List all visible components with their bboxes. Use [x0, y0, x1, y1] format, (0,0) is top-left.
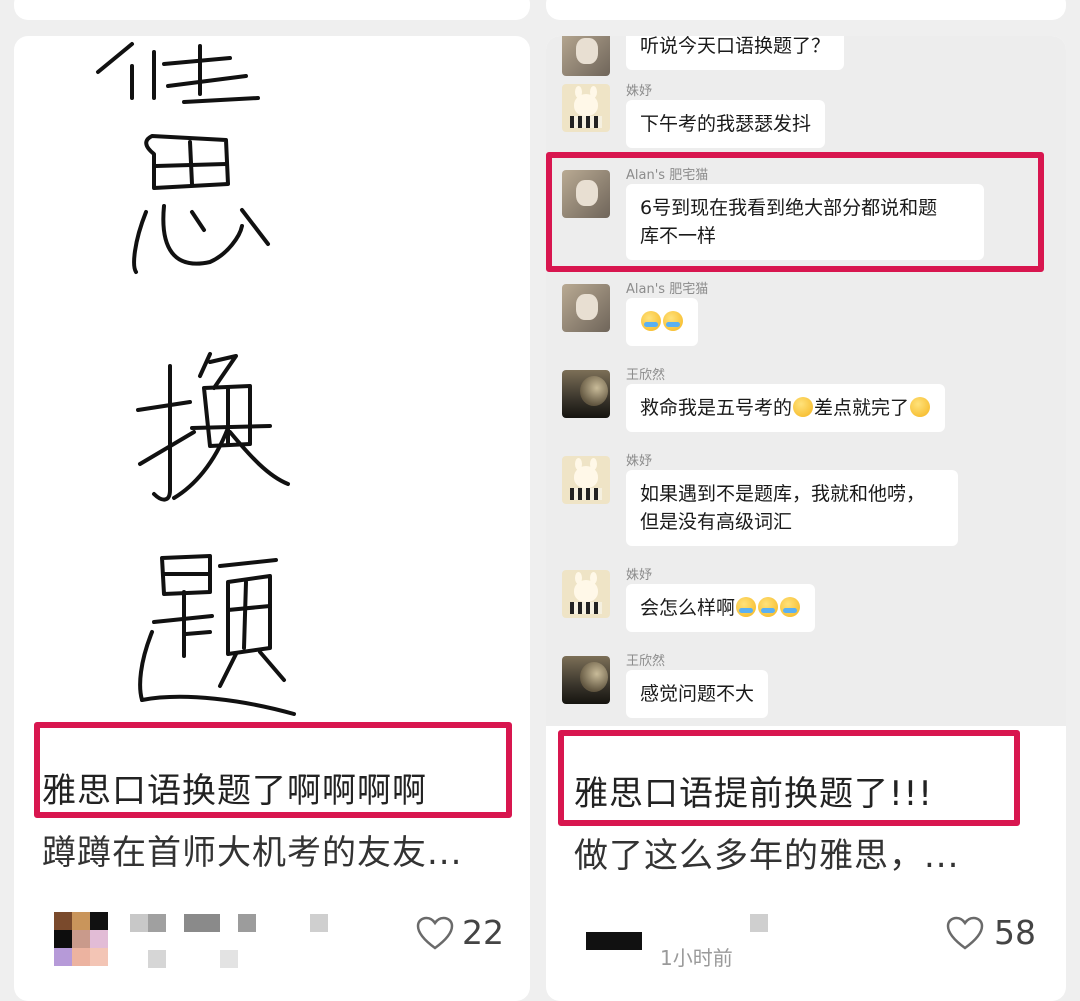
- chat-text: 救命我是五号考的: [640, 397, 793, 419]
- crying-emoji-icon: [780, 597, 801, 617]
- note-excerpt: 蹲蹲在首师大机考的友友...: [42, 833, 463, 873]
- heart-icon[interactable]: [416, 916, 454, 950]
- note-card-left[interactable]: 雅思口语换题了啊啊啊啊 蹲蹲在首师大机考的友友... 22: [14, 36, 530, 1001]
- chat-text-line: 但是没有高级词汇: [640, 511, 793, 533]
- handwriting-cover-image: [14, 36, 530, 726]
- chat-username: 姝妤: [626, 84, 653, 99]
- like-count: 58: [994, 913, 1036, 952]
- highlight-box-right-title: [558, 730, 1020, 826]
- laughing-emoji-icon: [793, 397, 814, 417]
- avatar: [562, 456, 610, 504]
- crying-emoji-icon: [641, 311, 661, 331]
- chat-username: 姝妤: [626, 568, 653, 583]
- chat-username: Alan's 肥宅猫: [626, 282, 709, 297]
- like-count: 22: [462, 913, 504, 952]
- chat-bubble: 如果遇到不是题库，我就和他唠， 但是没有高级词汇: [626, 470, 958, 546]
- previous-card-right[interactable]: [546, 0, 1066, 20]
- chat-text: 差点就完了: [814, 397, 910, 419]
- chat-bubble: 感觉问题不大: [626, 670, 769, 718]
- highlight-box-left-title: [34, 722, 512, 818]
- chat-bubble: [626, 298, 698, 346]
- chat-bubble: 下午考的我瑟瑟发抖: [626, 100, 826, 148]
- chat-screenshot-cover: 听说今天口语换题了？ 姝妤 下午考的我瑟瑟发抖 Alan's 肥宅猫 6号到现在…: [546, 36, 1066, 726]
- crying-emoji-icon: [758, 597, 779, 617]
- avatar: [562, 36, 610, 76]
- laughing-emoji-icon: [910, 397, 931, 417]
- previous-card-left[interactable]: [14, 0, 530, 20]
- chat-username: 姝妤: [626, 454, 653, 469]
- chat-text-line: 如果遇到不是题库，我就和他唠，: [640, 483, 926, 505]
- chat-bubble: 会怎么样啊: [626, 584, 816, 632]
- chat-bubble: 救命我是五号考的 差点就完了: [626, 384, 946, 432]
- avatar: [562, 370, 610, 418]
- highlight-box-chat-message: [546, 152, 1044, 272]
- note-excerpt: 做了这么多年的雅思，...: [574, 836, 960, 876]
- chat-username: 王欣然: [626, 654, 666, 669]
- chat-username: 王欣然: [626, 368, 666, 383]
- chat-bubble: 听说今天口语换题了？: [626, 36, 845, 70]
- avatar: [562, 656, 610, 704]
- post-time: 1小时前: [660, 946, 733, 970]
- avatar: [562, 570, 610, 618]
- avatar: [562, 284, 610, 332]
- chat-text: 会怎么样啊: [640, 597, 736, 619]
- avatar: [562, 84, 610, 132]
- heart-icon[interactable]: [946, 916, 984, 950]
- crying-emoji-icon: [663, 311, 683, 331]
- crying-emoji-icon: [736, 597, 757, 617]
